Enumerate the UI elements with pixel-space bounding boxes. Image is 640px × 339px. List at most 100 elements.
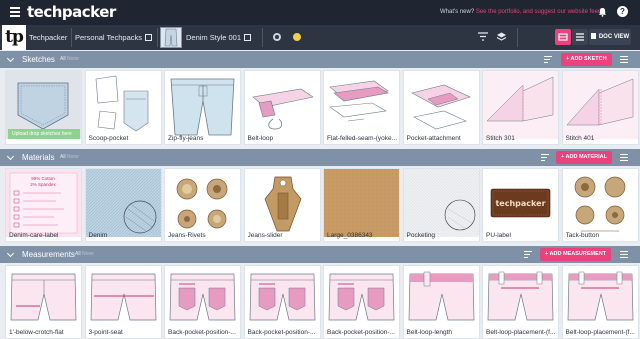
material-card-label: Jeans-slider	[247, 232, 283, 239]
breadcrumb-personal-techpacks[interactable]: Personal Techpacks	[75, 33, 152, 42]
material-thumbnail	[562, 169, 638, 237]
toolbar-divider	[517, 28, 518, 47]
material-card[interactable]: Tack-button	[561, 168, 639, 242]
document-icon	[590, 33, 596, 39]
material-card-label: Pocketing	[406, 232, 436, 239]
count-all[interactable]: All	[60, 56, 66, 62]
breadcrumb-denim-style[interactable]: Denim Style 001	[186, 33, 252, 42]
add-material-button[interactable]: + ADD MATERIAL	[556, 151, 612, 164]
material-card[interactable]: Pocketing	[402, 168, 480, 242]
help-icon[interactable]: ?	[617, 6, 628, 17]
add-sketch-button[interactable]: + ADD SKETCH	[561, 53, 612, 66]
material-thumbnail	[165, 169, 240, 237]
section-title: Measurements	[22, 250, 75, 259]
count-all[interactable]: All	[60, 154, 66, 160]
sketches-section-header: Sketches All None + ADD SKETCH	[0, 51, 640, 68]
whats-new-label: What's new?	[440, 9, 475, 15]
measurement-card[interactable]: Back-pocket-position-...	[323, 265, 400, 339]
sketch-card-label: Belt-loop	[247, 135, 274, 142]
settings-gear-icon[interactable]	[273, 33, 281, 41]
count-none[interactable]: None	[67, 154, 79, 160]
section-menu-icon[interactable]	[620, 56, 628, 63]
measurement-card[interactable]: 1'-below-crotch-flat	[5, 265, 82, 339]
upload-sketch-dropzone[interactable]: Upload drop sketches here	[8, 129, 80, 139]
breadcrumb-divider	[157, 28, 158, 47]
material-card[interactable]: Jeans-Rivets	[164, 168, 241, 242]
sort-icon[interactable]	[544, 56, 552, 63]
material-card[interactable]: techpacker PU-label	[482, 168, 559, 242]
brand-logo[interactable]: techpacker	[27, 3, 116, 21]
section-title: Materials	[22, 153, 55, 162]
measurement-thumbnail	[244, 266, 320, 334]
measurement-card[interactable]: Belt-loop-placement-(f...	[482, 265, 559, 339]
sketch-card[interactable]: Upload drop sketches here	[5, 70, 82, 145]
external-link-icon[interactable]	[144, 34, 152, 41]
external-link-icon[interactable]	[244, 34, 252, 41]
section-count[interactable]: All None	[60, 154, 79, 160]
material-card-label: Denim-care-label	[9, 232, 59, 239]
material-thumbnail	[244, 169, 320, 237]
whats-new-link[interactable]: See the portfolio, and suggest our websi…	[476, 9, 601, 15]
material-card[interactable]: 99% Cotton 2% Spandex Denim-care-label	[5, 168, 82, 242]
section-menu-icon[interactable]	[620, 154, 628, 161]
sketch-card[interactable]: Flat-felled-seam-(yoke...	[323, 70, 400, 145]
sketch-card[interactable]: Scoop-pocket	[84, 70, 162, 145]
layers-icon[interactable]	[496, 31, 507, 42]
count-none[interactable]: None	[67, 56, 79, 62]
care-label-line1: 99% Cotton	[31, 176, 55, 181]
count-all[interactable]: All	[75, 251, 81, 257]
filter-icon[interactable]	[478, 32, 488, 41]
list-view-button[interactable]	[572, 29, 588, 45]
material-card-label: PU-label	[486, 232, 511, 239]
grid-view-button[interactable]	[555, 29, 571, 45]
material-card-label: Tack-button	[565, 232, 600, 239]
measurement-card[interactable]: Belt-loop-length	[402, 265, 480, 339]
sketch-card[interactable]: Pocket-attachment	[402, 70, 480, 145]
pu-label-text: techpacker	[495, 199, 545, 208]
material-card-label: Denim	[88, 232, 108, 239]
section-menu-icon[interactable]	[620, 251, 628, 258]
sketch-card[interactable]: Stitch 401	[561, 70, 639, 145]
measurement-thumbnail	[85, 266, 161, 334]
doc-view-button[interactable]: DOC VIEW	[589, 29, 631, 45]
measurement-card[interactable]: Belt-loop-placement-(f...	[561, 265, 639, 339]
material-thumbnail	[403, 169, 479, 237]
sort-icon[interactable]	[524, 251, 532, 258]
sketch-thumbnail	[85, 71, 161, 139]
measurement-card-label: Back-pocket-position-...	[247, 329, 316, 336]
techpacker-tp-logo[interactable]: tp	[2, 25, 26, 50]
material-card[interactable]: Denim	[84, 168, 162, 242]
hamburger-menu-icon[interactable]	[10, 7, 20, 17]
count-none[interactable]: None	[82, 251, 94, 257]
material-thumbnail: 99% Cotton 2% Spandex	[6, 169, 81, 237]
section-count[interactable]: All None	[60, 56, 79, 62]
sketch-card[interactable]: Stitch 301	[482, 70, 559, 145]
material-thumbnail	[324, 169, 399, 237]
add-measurement-button[interactable]: + ADD MEASUREMENT	[540, 248, 612, 261]
sketch-thumbnail	[324, 71, 399, 139]
sketch-card[interactable]: Zip-fly-jeans	[164, 70, 241, 145]
measurement-card[interactable]: Back-pocket-position-...	[164, 265, 241, 339]
material-card[interactable]: Jeans-slider	[243, 168, 321, 242]
sketch-card-label: Stitch 301	[486, 135, 515, 142]
measurement-card[interactable]: Back-pocket-position-...	[243, 265, 321, 339]
breadcrumb-techpacker[interactable]: Techpacker	[29, 33, 67, 42]
measurement-card-label: Belt-loop-placement-(f...	[565, 329, 635, 336]
sketch-card-label: Scoop-pocket	[88, 135, 129, 142]
style-thumbnail[interactable]	[160, 27, 182, 48]
materials-section-header: Materials All None + ADD MATERIAL	[0, 149, 640, 166]
notifications-bell-icon[interactable]	[598, 7, 607, 17]
collapse-chevron-icon[interactable]	[6, 152, 15, 161]
list-view-icon	[576, 33, 584, 41]
collapse-chevron-icon[interactable]	[6, 249, 15, 258]
measurement-card-label: 1'-below-crotch-flat	[9, 329, 64, 336]
section-count[interactable]: All None	[75, 251, 94, 257]
sort-icon[interactable]	[541, 154, 549, 161]
collapse-chevron-icon[interactable]	[6, 54, 15, 63]
sketch-card[interactable]: Belt-loop	[243, 70, 321, 145]
breadcrumb-denim-style-label: Denim Style 001	[186, 33, 242, 42]
measurement-card[interactable]: 3-point-seat	[84, 265, 162, 339]
material-card[interactable]: Large_0386343	[323, 168, 400, 242]
status-dot-icon[interactable]	[293, 33, 301, 41]
measurement-thumbnail	[562, 266, 638, 334]
